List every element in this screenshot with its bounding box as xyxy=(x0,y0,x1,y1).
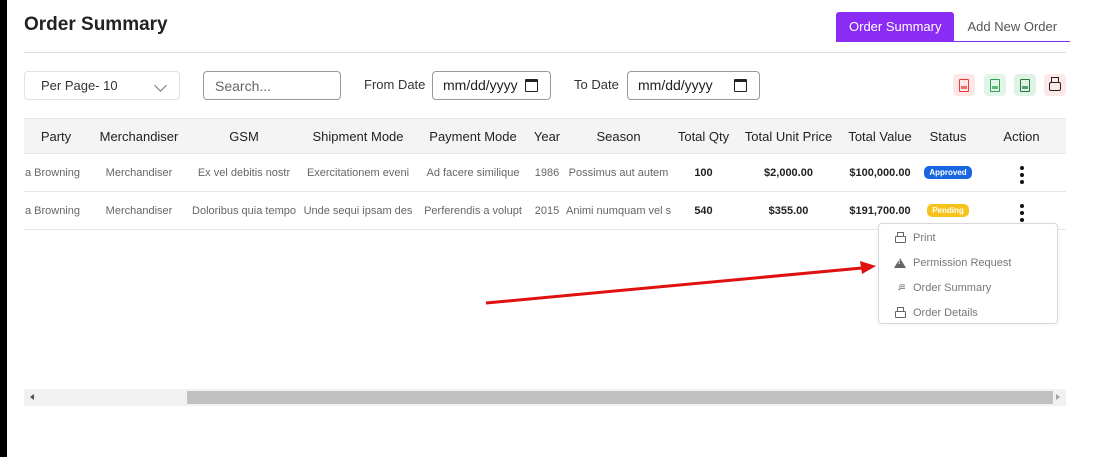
table-row: a Browning Merchandiser Ex vel debitis n… xyxy=(24,153,1066,192)
menu-item-label: Order Summary xyxy=(913,281,992,294)
per-page-value: Per Page- 10 xyxy=(41,78,118,93)
kebab-menu-icon[interactable] xyxy=(1019,204,1024,222)
cell-shipment-mode: Exercitationem eveni xyxy=(298,153,418,192)
to-date-input[interactable]: mm/dd/yyyy xyxy=(627,71,760,100)
col-header: GSM xyxy=(190,118,298,154)
search-input[interactable] xyxy=(203,71,341,100)
per-page-select[interactable]: Per Page- 10 xyxy=(24,71,180,100)
cell-total-qty: 540 xyxy=(671,191,736,230)
col-header: Action xyxy=(977,118,1066,154)
cell-total-unit-price: $355.00 xyxy=(736,191,841,230)
export-pdf-button[interactable] xyxy=(953,74,975,96)
orders-table: Party Merchandiser GSM Shipment Mode Pay… xyxy=(24,118,1066,230)
menu-item-order-summary[interactable]: ↓≡ Order Summary xyxy=(879,275,1057,300)
header-divider xyxy=(24,52,1066,53)
scrollbar-thumb[interactable] xyxy=(187,391,1053,404)
horizontal-scrollbar[interactable] xyxy=(24,389,1066,406)
col-header: Status xyxy=(919,118,977,154)
cell-payment-mode: Ad facere similique xyxy=(418,153,528,192)
col-header: Total Qty xyxy=(671,118,736,154)
print-icon xyxy=(1049,77,1061,91)
tab-add-new-order[interactable]: Add New Order xyxy=(954,12,1071,42)
col-header: Season xyxy=(566,118,671,154)
export-csv-button[interactable] xyxy=(984,74,1006,96)
menu-item-label: Print xyxy=(913,231,936,244)
export-excel-button[interactable] xyxy=(1014,74,1036,96)
cell-shipment-mode: Unde sequi ipsam des xyxy=(298,191,418,230)
menu-item-order-details[interactable]: Order Details xyxy=(879,300,1057,325)
col-header: Year xyxy=(528,118,566,154)
menu-item-permission-request[interactable]: Permission Request xyxy=(879,250,1057,275)
table-header-row: Party Merchandiser GSM Shipment Mode Pay… xyxy=(24,118,1066,154)
col-header: Total Value xyxy=(841,118,919,154)
arrow-line xyxy=(485,266,863,305)
sort-icon: ↓≡ xyxy=(896,282,906,293)
cell-party: a Browning xyxy=(24,191,88,230)
kebab-menu-icon[interactable] xyxy=(1019,166,1024,184)
scroll-right-arrow-icon[interactable] xyxy=(1056,394,1060,400)
cell-gsm: Ex vel debitis nostr xyxy=(190,153,298,192)
from-date-label: From Date xyxy=(364,77,426,92)
printer-icon xyxy=(893,306,907,318)
cell-party: a Browning xyxy=(24,153,88,192)
cell-status: Approved xyxy=(919,153,977,192)
cell-total-value: $100,000.00 xyxy=(841,153,919,192)
cell-year: 2015 xyxy=(528,191,566,230)
calendar-icon[interactable] xyxy=(734,79,747,92)
page-title: Order Summary xyxy=(24,14,168,35)
scroll-left-arrow-icon[interactable] xyxy=(30,394,34,400)
cell-total-qty: 100 xyxy=(671,153,736,192)
status-badge: Approved xyxy=(924,166,972,179)
col-header: Total Unit Price xyxy=(736,118,841,154)
tab-order-summary[interactable]: Order Summary xyxy=(836,12,955,42)
menu-item-label: Order Details xyxy=(913,306,978,319)
pdf-icon xyxy=(959,78,969,92)
cell-year: 1986 xyxy=(528,153,566,192)
warning-icon xyxy=(893,257,907,268)
csv-icon xyxy=(990,78,1000,92)
printer-icon xyxy=(893,231,907,243)
from-date-value: mm/dd/yyyy xyxy=(443,77,518,93)
cell-action xyxy=(977,153,1066,192)
print-button[interactable] xyxy=(1044,74,1066,96)
cell-season: Animi numquam vel s xyxy=(566,191,671,230)
cell-merchandiser: Merchandiser xyxy=(88,191,190,230)
col-header: Shipment Mode xyxy=(298,118,418,154)
cell-payment-mode: Perferendis a volupt xyxy=(418,191,528,230)
menu-item-print[interactable]: Print xyxy=(879,225,1057,250)
chevron-down-icon xyxy=(154,79,167,92)
excel-icon xyxy=(1020,78,1030,92)
cell-gsm: Doloribus quia tempo xyxy=(190,191,298,230)
col-header: Payment Mode xyxy=(418,118,528,154)
cell-total-unit-price: $2,000.00 xyxy=(736,153,841,192)
calendar-icon[interactable] xyxy=(525,79,538,92)
from-date-input[interactable]: mm/dd/yyyy xyxy=(432,71,551,100)
to-date-label: To Date xyxy=(574,77,619,92)
arrow-head xyxy=(860,261,876,274)
cell-merchandiser: Merchandiser xyxy=(88,153,190,192)
to-date-value: mm/dd/yyyy xyxy=(638,77,713,93)
status-badge: Pending xyxy=(927,204,969,217)
cell-season: Possimus aut autem xyxy=(566,153,671,192)
menu-item-label: Permission Request xyxy=(913,256,1012,269)
col-header: Party xyxy=(24,118,88,154)
action-dropdown-menu: Print Permission Request ↓≡ Order Summar… xyxy=(878,223,1058,324)
left-edge-bar xyxy=(0,0,7,457)
tab-bar: Order Summary Add New Order xyxy=(836,12,1071,42)
col-header: Merchandiser xyxy=(88,118,190,154)
